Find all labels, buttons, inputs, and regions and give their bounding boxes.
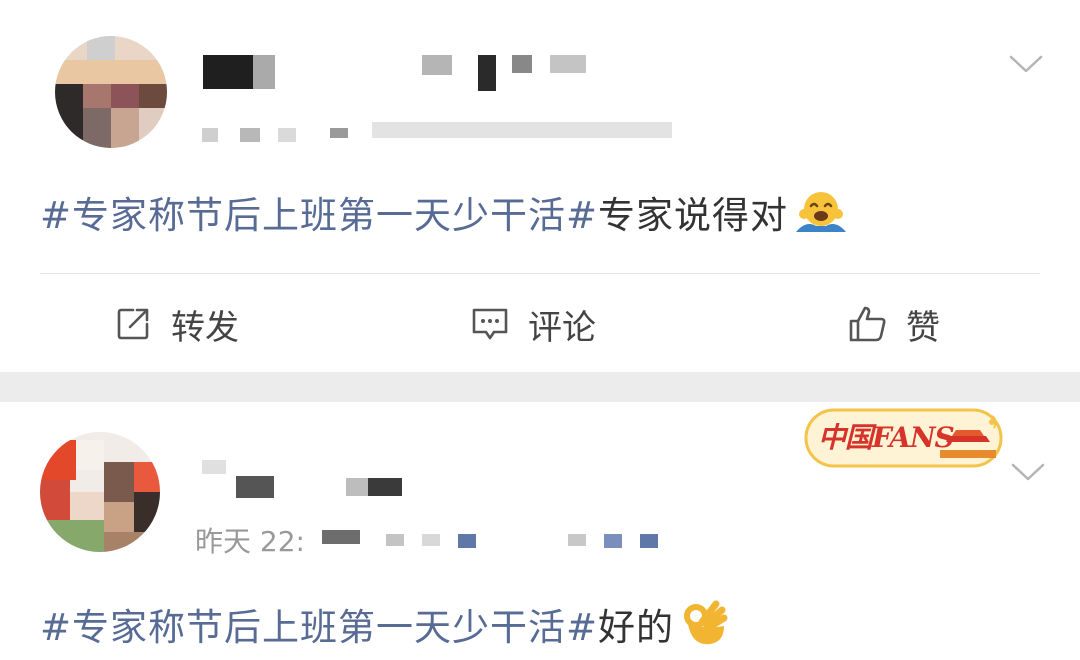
share-label: 转发 (171, 307, 239, 348)
hugging-face-emoji (794, 188, 848, 247)
china-fans-badge[interactable]: 中国FANS (800, 402, 1005, 472)
user-avatar-1[interactable] (55, 36, 167, 148)
ok-hand-emoji (680, 598, 728, 659)
post-divider (40, 273, 1040, 274)
chevron-down-icon (1011, 463, 1045, 481)
comment-button[interactable]: 评论 (470, 298, 596, 350)
comment-icon (470, 304, 510, 344)
post-content-2: #专家称节后上班第一天少干活#好的 (40, 598, 728, 659)
like-button[interactable]: 赞 (848, 298, 940, 350)
thumbs-up-icon (848, 304, 888, 344)
post-timestamp: 昨天 22: (195, 525, 305, 558)
feed-separator (0, 372, 1080, 402)
user-avatar-2[interactable] (40, 432, 160, 552)
comment-label: 评论 (528, 307, 596, 348)
post-menu-chevron-1[interactable] (1008, 52, 1044, 76)
hashtag-link[interactable]: #专家称节后上班第一天少干活# (40, 606, 598, 649)
post-text: 好的 (598, 606, 675, 649)
post-text: 专家说得对 (598, 194, 789, 237)
share-button[interactable]: 转发 (113, 298, 239, 350)
share-icon (113, 304, 153, 344)
post-menu-chevron-2[interactable] (1010, 460, 1046, 484)
hashtag-link[interactable]: #专家称节后上班第一天少干活# (40, 194, 598, 237)
post-content-1: #专家称节后上班第一天少干活#专家说得对 (40, 188, 848, 247)
chevron-down-icon (1009, 55, 1043, 73)
like-label: 赞 (906, 307, 940, 348)
feed-post-1: #专家称节后上班第一天少干活#专家说得对 转发 评论 赞 (0, 0, 1080, 372)
badge-label: 中国FANS (818, 421, 955, 454)
